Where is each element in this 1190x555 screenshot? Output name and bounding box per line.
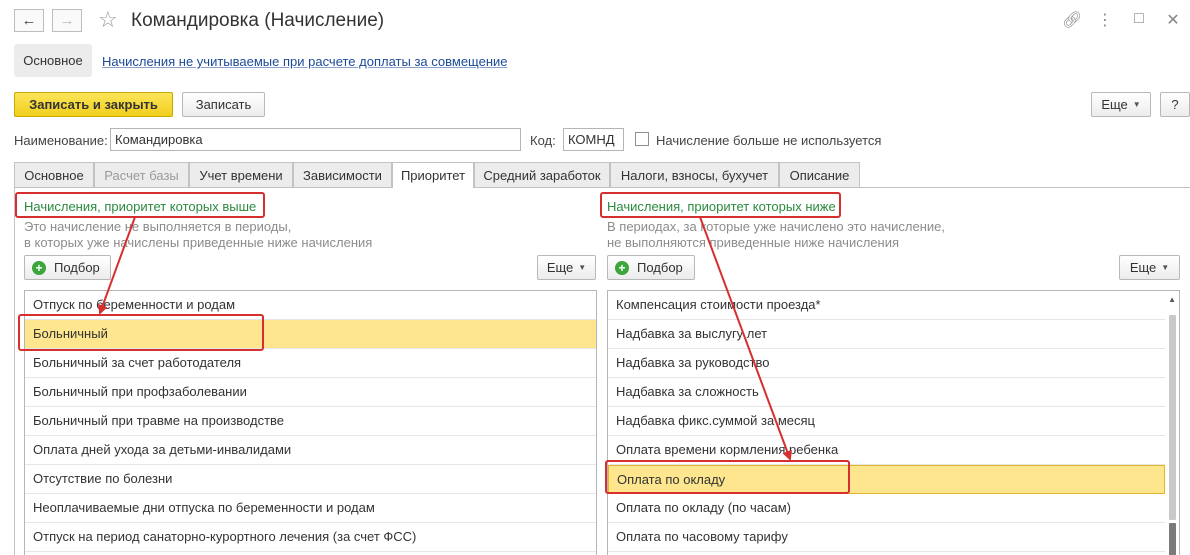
left-pick-button[interactable]: + Подбор (24, 255, 111, 280)
tab-priority[interactable]: Приоритет (392, 162, 474, 188)
dropdown-arrow-icon: ▼ (578, 263, 587, 272)
favorite-star-icon[interactable]: ☆ (98, 8, 118, 32)
annotation-box-right-selected (605, 460, 850, 494)
list-item[interactable]: Надбавка за сложность (608, 378, 1179, 407)
right-accruals-list: Компенсация стоимости проезда* Надбавка … (607, 290, 1180, 555)
right-more-label: Еще (1129, 260, 1157, 275)
tab-taxes[interactable]: Налоги, взносы, бухучет (610, 162, 779, 187)
window-controls: 🔗︎ ⋮ □ ✕ (1062, 10, 1182, 30)
unused-checkbox[interactable] (635, 132, 649, 146)
help-button[interactable]: ? (1160, 92, 1190, 117)
tab-dependencies[interactable]: Зависимости (293, 162, 392, 187)
more-button[interactable]: Еще ▼ (1091, 92, 1151, 117)
window-title: Командировка (Начисление) (131, 10, 385, 31)
save-and-close-button[interactable]: Записать и закрыть (14, 92, 173, 117)
name-label: Наименование: (14, 133, 108, 148)
close-icon[interactable]: ✕ (1164, 10, 1182, 30)
back-button[interactable]: ← (14, 9, 44, 32)
list-item[interactable]: Больничный при профзаболевании (25, 378, 596, 407)
left-more-button[interactable]: Еще ▼ (537, 255, 596, 280)
list-item[interactable]: Компенсация стоимости проезда* (608, 291, 1179, 320)
right-group-hint-line1: В периодах, за которые уже начислено это… (607, 219, 945, 234)
add-icon: + (32, 260, 46, 275)
scroll-thumb[interactable] (1169, 315, 1176, 520)
unused-checkbox-label: Начисление больше не используется (656, 133, 882, 148)
annotation-box-left-selected (18, 314, 264, 351)
list-item[interactable]: Оплата по окладу (по часам) (608, 494, 1179, 523)
tab-panel-border (14, 187, 15, 555)
left-more-label: Еще (546, 260, 574, 275)
list-item[interactable]: Больничный при травме на производстве (25, 407, 596, 436)
topnav-link-excluded-accruals[interactable]: Начисления не учитываемые при расчете до… (102, 54, 508, 69)
list-item[interactable]: Надбавка фикс.суммой за месяц (608, 407, 1179, 436)
scroll-up-icon[interactable]: ▲ (1168, 295, 1176, 304)
annotation-box-left-header (15, 192, 265, 218)
tab-main[interactable]: Основное (14, 162, 94, 187)
topnav-main[interactable]: Основное (14, 44, 92, 77)
list-item[interactable]: Надбавка за руководство (608, 349, 1179, 378)
list-item[interactable]: Отпуск на период санаторно-курортного ле… (25, 523, 596, 552)
add-icon: + (615, 260, 629, 275)
tab-average-earnings[interactable]: Средний заработок (474, 162, 610, 187)
right-group-hint-line2: не выполняются приведенные ниже начислен… (607, 235, 900, 250)
left-group-hint-line2: в которых уже начислены приведенные ниже… (24, 235, 373, 250)
list-item[interactable]: Неоплачиваемые дни отпуска по беременнос… (25, 494, 596, 523)
right-more-button[interactable]: Еще ▼ (1119, 255, 1180, 280)
right-pick-button[interactable]: + Подбор (607, 255, 695, 280)
save-button[interactable]: Записать (182, 92, 265, 117)
right-pick-label: Подбор (637, 260, 683, 275)
list-item[interactable]: Больничный за счет работодателя (25, 349, 596, 378)
right-list-scrollbar[interactable]: ▲ (1165, 291, 1179, 555)
name-input[interactable]: Командировка (110, 128, 521, 151)
left-group-hint-line1: Это начисление не выполняется в периоды, (24, 219, 292, 234)
more-button-label: Еще (1101, 97, 1128, 112)
forward-button[interactable]: → (52, 9, 82, 32)
code-input[interactable]: КОМНД (563, 128, 624, 151)
list-item[interactable]: Надбавка за выслугу лет (608, 320, 1179, 349)
dropdown-arrow-icon: ▼ (1132, 100, 1141, 109)
list-item[interactable]: Оплата дней ухода за детьми-инвалидами (25, 436, 596, 465)
maximize-icon[interactable]: □ (1130, 10, 1148, 30)
more-icon[interactable]: ⋮ (1096, 10, 1114, 30)
tab-time-tracking[interactable]: Учет времени (189, 162, 293, 187)
arrow-left-icon: ← (21, 12, 37, 29)
tab-description[interactable]: Описание (779, 162, 860, 187)
left-pick-label: Подбор (54, 260, 100, 275)
annotation-box-right-header (600, 192, 841, 218)
arrow-right-icon: → (59, 12, 75, 29)
list-item[interactable]: Отсутствие по болезни (25, 465, 596, 494)
tab-base-calc[interactable]: Расчет базы (94, 162, 189, 187)
list-item[interactable]: Оплата по часовому тарифу (608, 523, 1179, 552)
link-icon[interactable]: 🔗︎ (1062, 10, 1082, 30)
code-label: Код: (530, 133, 556, 148)
scroll-thumb-lower[interactable] (1169, 523, 1176, 555)
tab-strip-line (14, 187, 1190, 188)
dropdown-arrow-icon: ▼ (1161, 263, 1170, 272)
